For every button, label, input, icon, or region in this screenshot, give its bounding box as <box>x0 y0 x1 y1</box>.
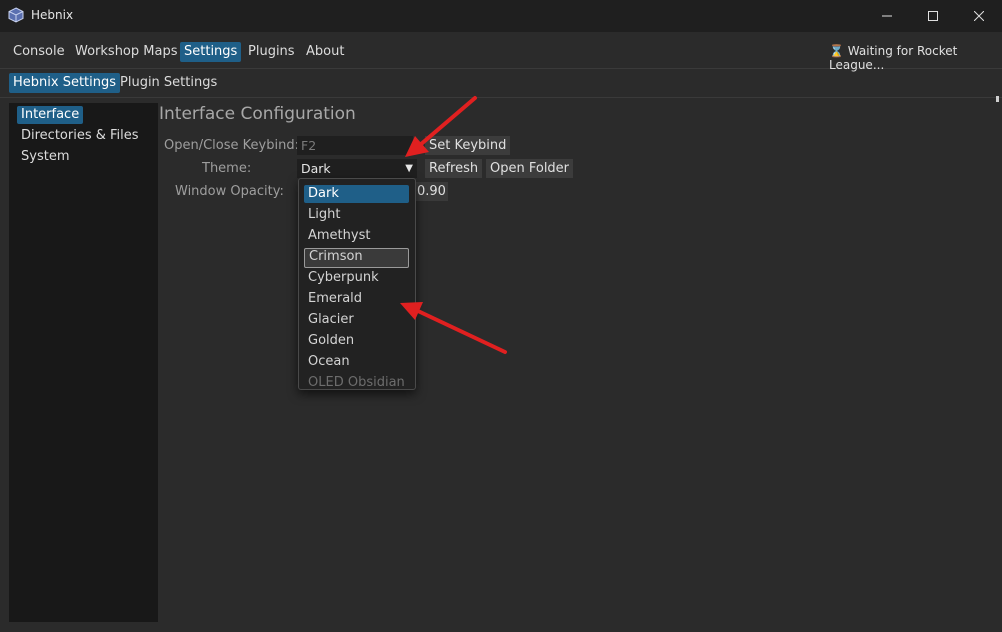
annotation-arrows <box>400 96 507 354</box>
resize-handle[interactable] <box>996 96 999 102</box>
annotation-arrow-1 <box>405 96 477 157</box>
annotation-arrow-2 <box>400 302 507 354</box>
